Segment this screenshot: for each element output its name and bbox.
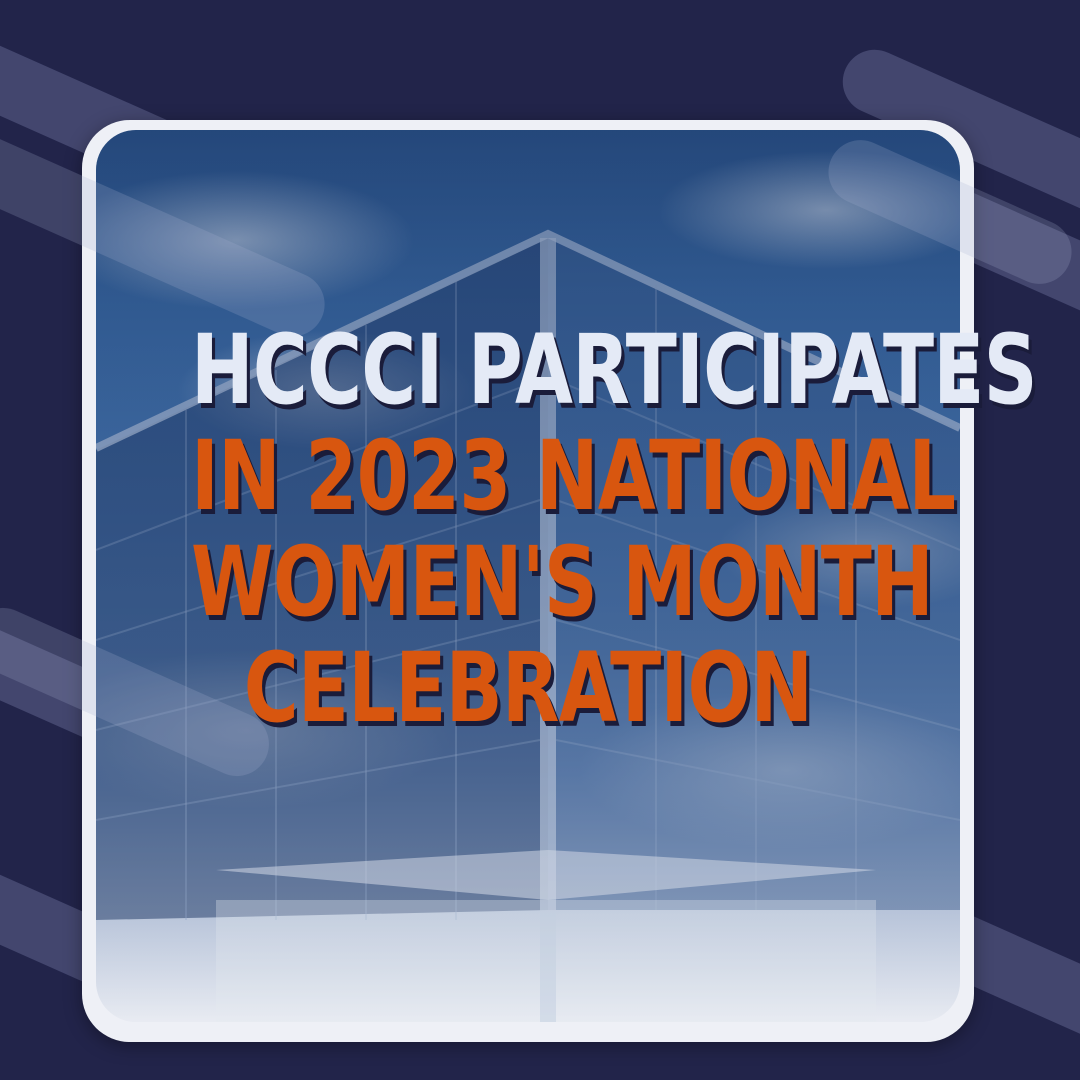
poster-canvas: HCCCI PARTICIPATES IN 2023 NATIONAL WOME… <box>0 0 1080 1080</box>
headline-line-4: CELEBRATION <box>243 632 813 744</box>
headline: HCCCI PARTICIPATES IN 2023 NATIONAL WOME… <box>191 314 1038 746</box>
headline-line-1: HCCCI PARTICIPATES <box>191 314 1038 426</box>
headline-line-2: IN 2023 NATIONAL <box>191 420 956 532</box>
headline-line-3: WOMEN'S MONTH <box>191 526 934 638</box>
